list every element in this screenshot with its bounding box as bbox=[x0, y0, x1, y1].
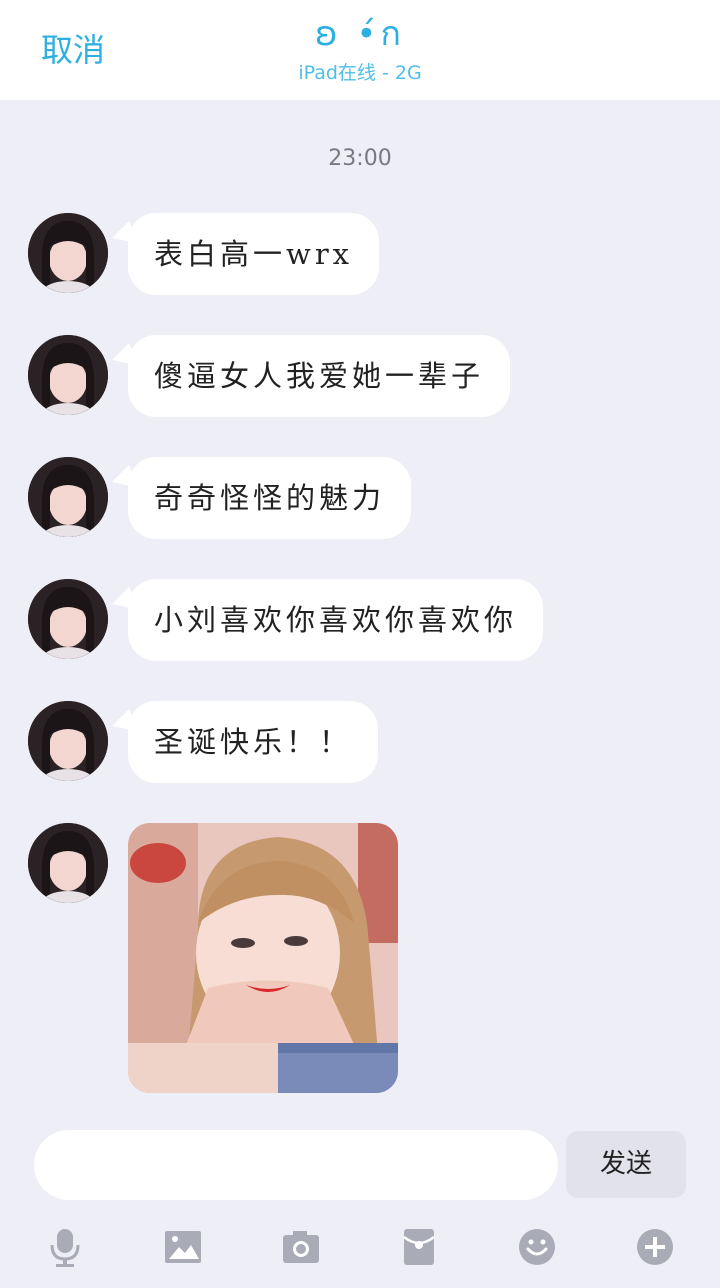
message-bubble[interactable]: 小刘喜欢你喜欢你喜欢你 bbox=[128, 579, 544, 661]
avatar[interactable] bbox=[28, 701, 108, 781]
image-icon[interactable] bbox=[161, 1225, 205, 1269]
message-bubble[interactable]: 表白高一wrx bbox=[128, 213, 380, 295]
avatar[interactable] bbox=[28, 579, 108, 659]
contact-name: ʚ •́ก bbox=[314, 14, 406, 54]
message-bubble[interactable]: 奇奇怪怪的魅力 bbox=[128, 457, 412, 539]
send-button[interactable]: 发送 bbox=[566, 1131, 686, 1198]
plus-icon[interactable] bbox=[633, 1225, 677, 1269]
message-bubble[interactable]: 圣诞快乐！！ bbox=[128, 701, 379, 783]
online-status: iPad在线 - 2G bbox=[298, 62, 422, 84]
camera-icon[interactable] bbox=[279, 1225, 323, 1269]
image-message[interactable] bbox=[128, 823, 398, 1093]
message-bubble[interactable]: 傻逼女人我爱她一辈子 bbox=[128, 335, 511, 417]
message-input[interactable] bbox=[34, 1130, 558, 1200]
avatar[interactable] bbox=[28, 335, 108, 415]
chat-header: 取消 ʚ •́ก iPad在线 - 2G bbox=[0, 0, 720, 100]
avatar[interactable] bbox=[28, 823, 108, 903]
message-timestamp: 23:00 bbox=[328, 146, 392, 171]
avatar[interactable] bbox=[28, 457, 108, 537]
avatar[interactable] bbox=[28, 213, 108, 293]
microphone-icon[interactable] bbox=[43, 1225, 87, 1269]
red-packet-icon[interactable] bbox=[397, 1225, 441, 1269]
emoji-icon[interactable] bbox=[515, 1225, 559, 1269]
cancel-button[interactable]: 取消 bbox=[41, 30, 105, 70]
